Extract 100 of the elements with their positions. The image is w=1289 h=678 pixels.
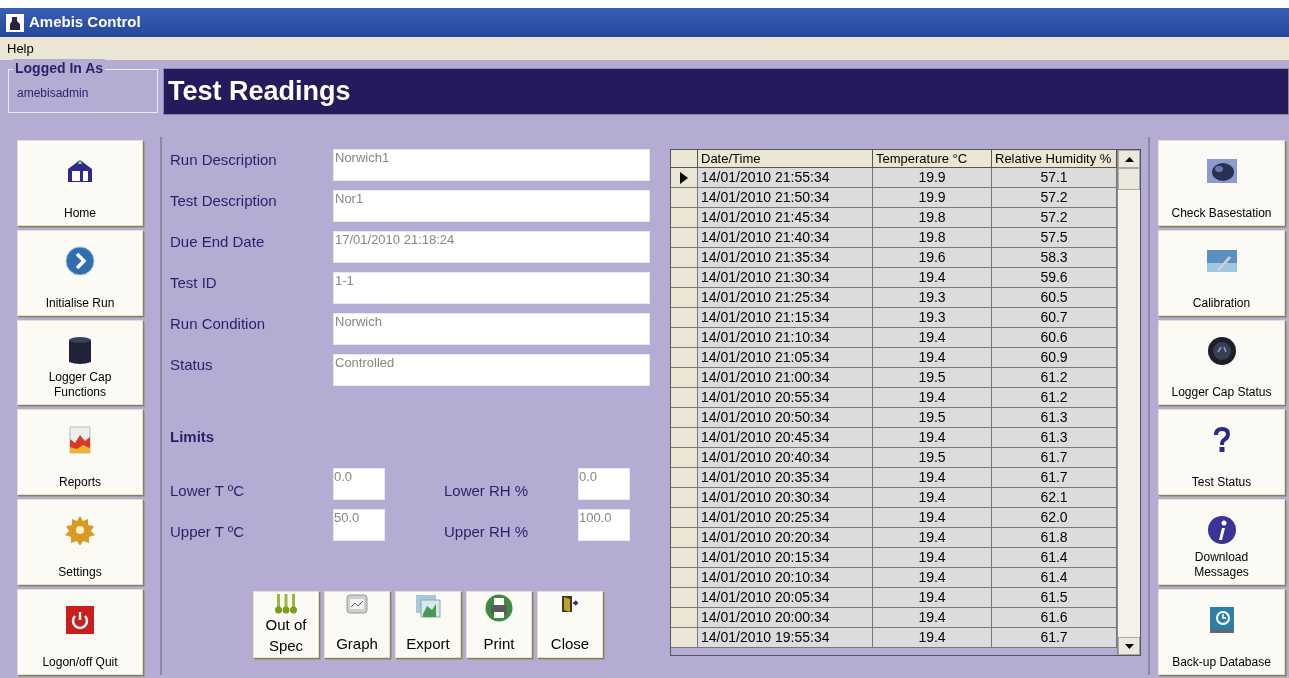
table-cell: 14/01/2010 20:00:34	[698, 608, 873, 628]
nav-button[interactable]: Home	[17, 140, 143, 226]
column-header[interactable]: Date/Time	[698, 150, 873, 168]
nav-button[interactable]: Logger Cap Status	[1158, 319, 1285, 406]
cylinder-icon	[67, 335, 93, 366]
row-selector[interactable]	[671, 168, 698, 188]
action-button[interactable]: Graph	[324, 591, 390, 658]
info-icon	[1206, 515, 1237, 546]
table-cell: 14/01/2010 20:40:34	[698, 448, 873, 468]
up-arrow-icon	[1124, 156, 1134, 162]
action-button[interactable]: Print	[466, 591, 532, 658]
table-cell: 14/01/2010 21:00:34	[698, 368, 873, 388]
nav-button[interactable]: Check Basestation	[1158, 140, 1285, 226]
text-field[interactable]: 0.0	[333, 468, 385, 500]
section-heading: Limits	[170, 428, 216, 446]
table-cell: 14/01/2010 20:10:34	[698, 568, 873, 588]
scroll-down-button[interactable]	[1118, 637, 1140, 655]
text-field[interactable]: 50.0	[333, 509, 385, 541]
text-field[interactable]: 17/01/2010 21:18:24	[333, 231, 650, 263]
house-icon	[65, 157, 95, 185]
text-field[interactable]: 0.0	[578, 468, 630, 500]
graph-icon	[346, 594, 368, 614]
table-cell: 61.7	[992, 448, 1117, 468]
table-cell: 14/01/2010 20:25:34	[698, 508, 873, 528]
user-name: amebisadmin	[17, 85, 89, 102]
action-button[interactable]: Export	[395, 591, 461, 658]
table-cell: 61.5	[992, 588, 1117, 608]
table-cell: 60.5	[992, 288, 1117, 308]
arrow-circle-icon	[65, 245, 95, 276]
scroll-up-button[interactable]	[1118, 150, 1140, 168]
table-cell: 14/01/2010 20:50:34	[698, 408, 873, 428]
text-field[interactable]: 100.0	[578, 509, 630, 541]
table-cell: 14/01/2010 20:45:34	[698, 428, 873, 448]
column-header[interactable]: Relative Humidity %	[992, 150, 1117, 168]
pointer-icon	[680, 171, 688, 184]
backup-icon	[1207, 605, 1236, 636]
table-cell: 19.4	[873, 268, 992, 288]
table-cell: 62.0	[992, 508, 1117, 528]
table-cell: 19.5	[873, 368, 992, 388]
menu-item[interactable]: Help	[6, 38, 35, 59]
table-cell: 61.8	[992, 528, 1117, 548]
table-cell: 57.2	[992, 208, 1117, 228]
table-cell: 61.4	[992, 568, 1117, 588]
nav-button[interactable]: Initialise Run	[17, 229, 143, 316]
table-cell: 14/01/2010 21:10:34	[698, 328, 873, 348]
table-cell: 19.4	[873, 468, 992, 488]
text-field[interactable]: Nor1	[333, 190, 650, 222]
table-cell: 14/01/2010 20:20:34	[698, 528, 873, 548]
table-cell: 19.4	[873, 348, 992, 368]
table-cell: 19.4	[873, 548, 992, 568]
nav-button[interactable]: Logger Cap Functions	[17, 319, 143, 406]
scrollbar[interactable]	[1117, 150, 1140, 655]
table-cell: 14/01/2010 20:55:34	[698, 388, 873, 408]
field-label: Run Description	[170, 150, 278, 170]
table-cell: 19.4	[873, 588, 992, 608]
table-cell: 19.3	[873, 288, 992, 308]
thermometers-icon	[273, 594, 299, 614]
scroll-thumb[interactable]	[1118, 168, 1140, 190]
table-cell: 19.4	[873, 328, 992, 348]
map-icon	[415, 594, 441, 618]
nav-button[interactable]: Calibration	[1158, 229, 1285, 316]
field-label: Upper RH %	[444, 522, 530, 541]
text-field[interactable]: Norwich1	[333, 149, 650, 181]
group-legend: Logged In As	[13, 59, 106, 77]
text-field[interactable]: Norwich	[333, 313, 650, 345]
printer-icon	[485, 594, 513, 622]
nav-button[interactable]: Download Messages	[1158, 499, 1285, 586]
nav-button[interactable]: Settings	[17, 499, 143, 586]
action-button[interactable]: Out of Spec	[253, 591, 319, 658]
table-cell: 19.9	[873, 188, 992, 208]
table-cell: 14/01/2010 21:25:34	[698, 288, 873, 308]
nav-button[interactable]: Reports	[17, 409, 143, 496]
table-cell: 14/01/2010 20:35:34	[698, 468, 873, 488]
nav-button[interactable]: Test Status	[1158, 409, 1285, 496]
column-header[interactable]: Temperature °C	[873, 150, 992, 168]
table-cell: 60.9	[992, 348, 1117, 368]
table-cell: 60.6	[992, 328, 1117, 348]
table-cell: 60.7	[992, 308, 1117, 328]
table-cell: 19.4	[873, 628, 992, 648]
table-cell: 58.3	[992, 248, 1117, 268]
door-exit-icon	[560, 594, 580, 614]
table-cell: 19.8	[873, 208, 992, 228]
table-cell: 14/01/2010 21:45:34	[698, 208, 873, 228]
table-cell: 14/01/2010 20:15:34	[698, 548, 873, 568]
text-field[interactable]: Controlled	[333, 354, 650, 386]
table-cell: 14/01/2010 21:50:34	[698, 188, 873, 208]
nav-button[interactable]: Back-up Database	[1158, 589, 1285, 675]
field-label: Due End Date	[170, 232, 266, 252]
table-cell: 14/01/2010 20:05:34	[698, 588, 873, 608]
table-cell: 19.4	[873, 388, 992, 408]
action-button[interactable]: Close	[537, 591, 603, 658]
table-cell: 61.2	[992, 368, 1117, 388]
dial-icon	[1206, 335, 1237, 366]
table-cell: 14/01/2010 21:40:34	[698, 228, 873, 248]
table-cell: 14/01/2010 21:30:34	[698, 268, 873, 288]
table-cell: 14/01/2010 19:55:34	[698, 628, 873, 648]
table-cell: 19.4	[873, 528, 992, 548]
field-label: Run Condition	[170, 314, 267, 334]
nav-button[interactable]: Logon/off Quit	[17, 589, 143, 675]
text-field[interactable]: 1-1	[333, 272, 650, 304]
